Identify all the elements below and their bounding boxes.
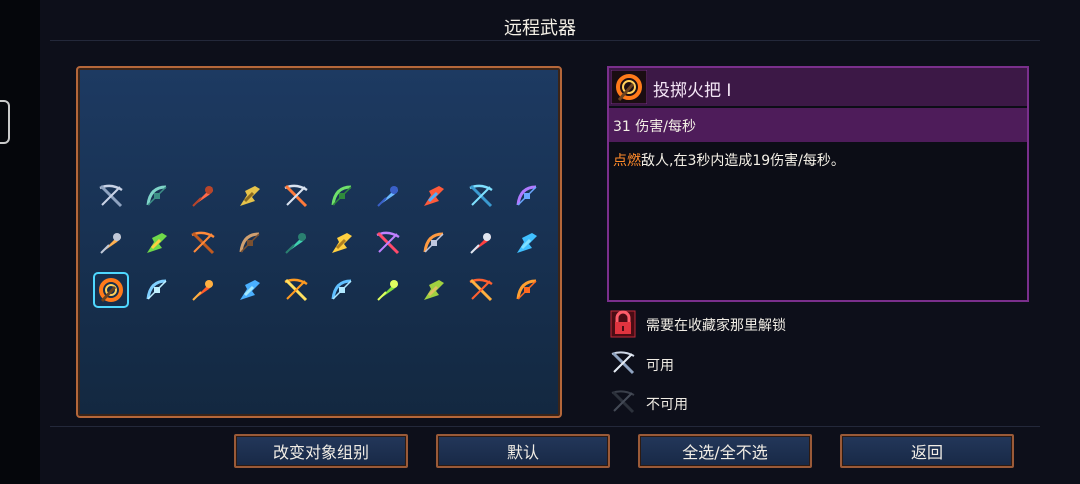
- fire-torch-icon[interactable]: [93, 272, 129, 308]
- back-button[interactable]: 返回: [840, 434, 1014, 468]
- crossbow-icon: [608, 348, 638, 382]
- fireball-icon[interactable]: [187, 274, 219, 306]
- throwing-knife-icon[interactable]: [465, 227, 497, 259]
- heavy-crossbow-icon[interactable]: [372, 180, 404, 212]
- war-javelin-icon[interactable]: [280, 227, 312, 259]
- nature-bow-icon[interactable]: [326, 180, 358, 212]
- header-divider: [50, 40, 1040, 41]
- fire-torch-icon: [610, 69, 648, 105]
- legend-available-label: 可用: [646, 358, 674, 374]
- spear-icon[interactable]: [326, 227, 358, 259]
- ice-shards-icon[interactable]: [141, 274, 173, 306]
- legend-locked: 需要在收藏家那里解锁: [608, 310, 786, 340]
- multi-crossbow-icon[interactable]: [141, 180, 173, 212]
- ice-bow-icon[interactable]: [280, 180, 312, 212]
- select-all-button[interactable]: 全选/全不选: [638, 434, 812, 468]
- legend-locked-label: 需要在收藏家那里解锁: [646, 318, 786, 334]
- description-text: 敌人,在3秒内造成19伤害/每秒。: [641, 153, 845, 169]
- legend-unavailable-label: 不可用: [646, 397, 688, 413]
- explosive-crossbow-icon[interactable]: [95, 227, 127, 259]
- legend-unavailable: 不可用: [608, 389, 688, 419]
- boomerang-icon[interactable]: [187, 227, 219, 259]
- side-tab[interactable]: [0, 100, 10, 144]
- golden-bow-icon[interactable]: [511, 274, 543, 306]
- fire-crossbow-icon[interactable]: [418, 180, 450, 212]
- sonic-crossbow-icon[interactable]: [465, 180, 497, 212]
- lightning-icon[interactable]: [234, 274, 266, 306]
- weapon-description: 点燃敌人,在3秒内造成19伤害/每秒。: [613, 150, 845, 170]
- repeater-icon[interactable]: [234, 180, 266, 212]
- weapon-name: 投掷火把 I: [653, 81, 732, 101]
- left-shadow: [0, 0, 40, 484]
- fire-blast-icon[interactable]: [280, 274, 312, 306]
- bow-icon[interactable]: [187, 180, 219, 212]
- ice-crossbow-icon[interactable]: [511, 180, 543, 212]
- legend-available: 可用: [608, 350, 674, 380]
- frost-blast-icon[interactable]: [326, 274, 358, 306]
- weapon-detail-panel: 投掷火把 I 31 伤害/每秒 点燃敌人,在3秒内造成19伤害/每秒。: [607, 66, 1029, 302]
- poison-darts-icon[interactable]: [372, 274, 404, 306]
- magic-missile-icon[interactable]: [372, 227, 404, 259]
- dragon-bow-icon[interactable]: [465, 274, 497, 306]
- crossbow-icon: [608, 387, 638, 421]
- footer-divider: [50, 426, 1040, 427]
- throwing-axe-icon[interactable]: [418, 227, 450, 259]
- change-group-button[interactable]: 改变对象组别: [234, 434, 408, 468]
- ignite-keyword: 点燃: [613, 153, 641, 169]
- pickaxe-icon[interactable]: [234, 227, 266, 259]
- weapon-grid-panel: [76, 66, 562, 418]
- weapon-dps: 31 伤害/每秒: [613, 119, 696, 135]
- flute-icon[interactable]: [418, 274, 450, 306]
- default-button[interactable]: 默认: [436, 434, 610, 468]
- alchemic-carbine-icon[interactable]: [141, 227, 173, 259]
- whip-icon[interactable]: [511, 227, 543, 259]
- page-title: 远程武器: [504, 18, 576, 39]
- crossbow-icon[interactable]: [95, 180, 127, 212]
- padlock-icon: [608, 308, 638, 342]
